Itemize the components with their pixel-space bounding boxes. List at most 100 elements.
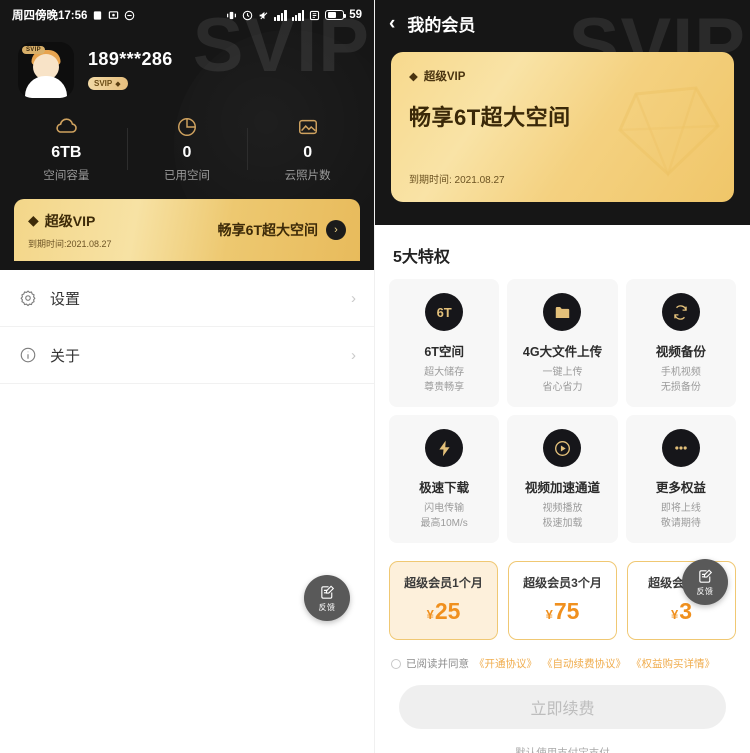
feedback-button[interactable]: 反馈 (304, 575, 350, 621)
chevron-right-icon[interactable]: › (326, 220, 346, 240)
feedback-button-label: 反馈 (696, 586, 714, 596)
currency-symbol: ¥ (545, 607, 553, 622)
diamond-icon: ◆ (409, 71, 418, 83)
plan-price-value: 75 (553, 598, 580, 624)
privilege-title: 4G大文件上传 (522, 345, 603, 359)
privilege-card-6t[interactable]: 6T 6T空间 超大储存 尊贵畅享 (389, 279, 500, 407)
play-icon (543, 429, 582, 467)
vip-banner-left: ◆ 超级VIP 到期时间:2021.08.27 (28, 211, 112, 250)
feedback-button[interactable]: 反馈 (682, 559, 728, 605)
mute-icon (258, 10, 269, 21)
agreement-prefix: 已阅读并同意 (406, 658, 469, 670)
cast-icon (108, 10, 119, 21)
gear-icon (18, 288, 38, 308)
photo-icon (247, 114, 368, 140)
privilege-desc-2: 无损备份 (660, 382, 701, 393)
privilege-title: 6T空间 (424, 345, 464, 359)
agreement-row[interactable]: 已阅读并同意 《开通协议》 《自动续费协议》 《权益购买详情》 (375, 640, 750, 671)
privilege-title: 更多权益 (655, 481, 706, 495)
currency-symbol: ¥ (670, 607, 679, 622)
menu-item-settings[interactable]: 设置 › (0, 270, 374, 327)
feedback-button-label: 反馈 (318, 602, 336, 612)
agreement-link-autorenew[interactable]: 《自动续费协议》 (542, 656, 626, 671)
dnd-icon (124, 10, 135, 21)
screenshot-icon (92, 10, 103, 21)
settings-menu: 设置 › 关于 › (0, 270, 374, 384)
plan-name: 超级会员3个月 (523, 576, 602, 590)
privilege-card-video-backup[interactable]: 视频备份 手机视频无损备份 (625, 279, 736, 407)
privilege-desc-1: 超大储存 (424, 367, 465, 378)
clock-icon (242, 10, 253, 21)
feedback-edit-icon (698, 568, 712, 583)
privilege-card-video-accel[interactable]: 视频加速通道 视频播放 极速加载 (507, 415, 618, 543)
left-phone-panel: SVIP 周四傍晚17:56 59 SVIP 189***286 SVIP ◆ … (0, 0, 375, 753)
back-button[interactable]: ‹ (389, 14, 395, 33)
vip-banner-expire: 到期时间:2021.08.27 (28, 238, 112, 249)
status-bar: 周四傍晚17:56 59 (0, 0, 374, 30)
chevron-right-icon: › (351, 289, 356, 307)
battery-icon (325, 10, 347, 20)
avatar-svip-tag: SVIP (22, 46, 45, 54)
membership-card-tag: 超级VIP (423, 71, 466, 83)
privilege-desc-1: 闪电传输 (424, 503, 465, 514)
dual-screenshot-stage: SVIP 周四傍晚17:56 59 SVIP 189***286 SVIP ◆ … (0, 0, 750, 753)
menu-item-settings-label: 设置 (50, 290, 81, 308)
profile-text: 189***286 SVIP ◆ (88, 49, 173, 91)
payment-note: 默认使用支付宝支付 (515, 747, 610, 753)
privilege-desc-2: 敬请期待 (660, 518, 701, 529)
storage-stats: 6TB 空间容量 0 已用空间 0 云照片数 (0, 114, 374, 183)
plan-card-1month[interactable]: 超级会员1个月 ¥25 (389, 561, 498, 640)
lightning-icon (425, 429, 464, 467)
plan-price-value: 3 (679, 598, 693, 624)
membership-card: ◆ 超级VIP 畅享6T超大空间 到期时间: 2021.08.27 (391, 52, 734, 202)
privilege-card-more[interactable]: 更多权益 即将上线敬请期待 (625, 415, 736, 543)
currency-symbol: ¥ (426, 607, 434, 622)
privilege-title: 视频加速通道 (524, 481, 600, 495)
battery-level: 59 (349, 9, 362, 21)
phone-number: 189***286 (88, 49, 173, 69)
plan-price-value: 25 (434, 598, 461, 624)
vip-banner-right[interactable]: 畅享6T超大空间 › (218, 220, 346, 240)
info-icon (18, 345, 38, 365)
agreement-checkbox[interactable] (391, 658, 401, 669)
stat-capacity: 6TB 空间容量 (6, 114, 127, 183)
gem-icon: ◆ (115, 80, 121, 88)
plan-card-3month[interactable]: 超级会员3个月 ¥75 (508, 561, 617, 640)
more-dots-icon (661, 429, 700, 467)
nav-bar: ‹ 我的会员 (375, 0, 750, 46)
left-dark-header: SVIP 周四傍晚17:56 59 SVIP 189***286 SVIP ◆ … (0, 0, 374, 270)
privilege-title: 极速下载 (419, 481, 470, 495)
agreement-link-details[interactable]: 《权益购买详情》 (631, 656, 715, 671)
signal-2-icon (291, 9, 305, 21)
diamond-icon: ◆ (28, 212, 39, 228)
6t-badge-icon: 6T (425, 293, 464, 331)
privilege-title: 视频备份 (655, 345, 706, 359)
membership-card-expire: 到期时间: 2021.08.27 (409, 175, 505, 186)
privilege-card-upload[interactable]: 4G大文件上传 一键上传 省心省力 (507, 279, 618, 407)
menu-item-about-label: 关于 (50, 347, 81, 365)
menu-item-about[interactable]: 关于 › (0, 327, 374, 384)
svip-badge-label: SVIP (94, 79, 113, 88)
svip-badge: SVIP ◆ (88, 77, 128, 90)
vip-banner-title: 超级VIP (44, 212, 96, 229)
right-phone-panel: SVIP ‹ 我的会员 ◆ 超级VIP 畅享6T超大空间 到期时间: 2021.… (375, 0, 750, 753)
privileges-grid: 6T 6T空间 超大储存尊贵畅享 4G大文件上传 一键上传省心省力 视频备份 (375, 267, 750, 543)
privilege-desc-1: 手机视频 (660, 367, 701, 378)
sync-backup-icon (661, 293, 700, 331)
right-body: 5大特权 6T 6T空间 超大储存尊贵畅享 4G大文件上传 一键上传省心省力 (375, 225, 750, 753)
avatar-body (25, 76, 67, 98)
stat-capacity-label: 空间容量 (43, 170, 90, 182)
privilege-desc-1: 即将上线 (660, 503, 701, 514)
feedback-edit-icon (320, 584, 334, 599)
avatar[interactable]: SVIP (18, 42, 74, 98)
stat-used-value: 0 (182, 144, 192, 161)
vip-banner[interactable]: ◆ 超级VIP 到期时间:2021.08.27 畅享6T超大空间 › (14, 199, 360, 261)
privilege-card-fast-download[interactable]: 极速下载 闪电传输 最高10M/s (389, 415, 500, 543)
status-time: 周四傍晚17:56 (12, 10, 88, 22)
folder-upload-icon (543, 293, 582, 331)
agreement-link-open[interactable]: 《开通协议》 (474, 656, 537, 671)
profile-block[interactable]: SVIP 189***286 SVIP ◆ (0, 30, 374, 98)
vibrate-icon (226, 11, 237, 20)
stat-capacity-value: 6TB (51, 144, 82, 161)
renew-button[interactable]: 立即续费 (399, 685, 726, 729)
